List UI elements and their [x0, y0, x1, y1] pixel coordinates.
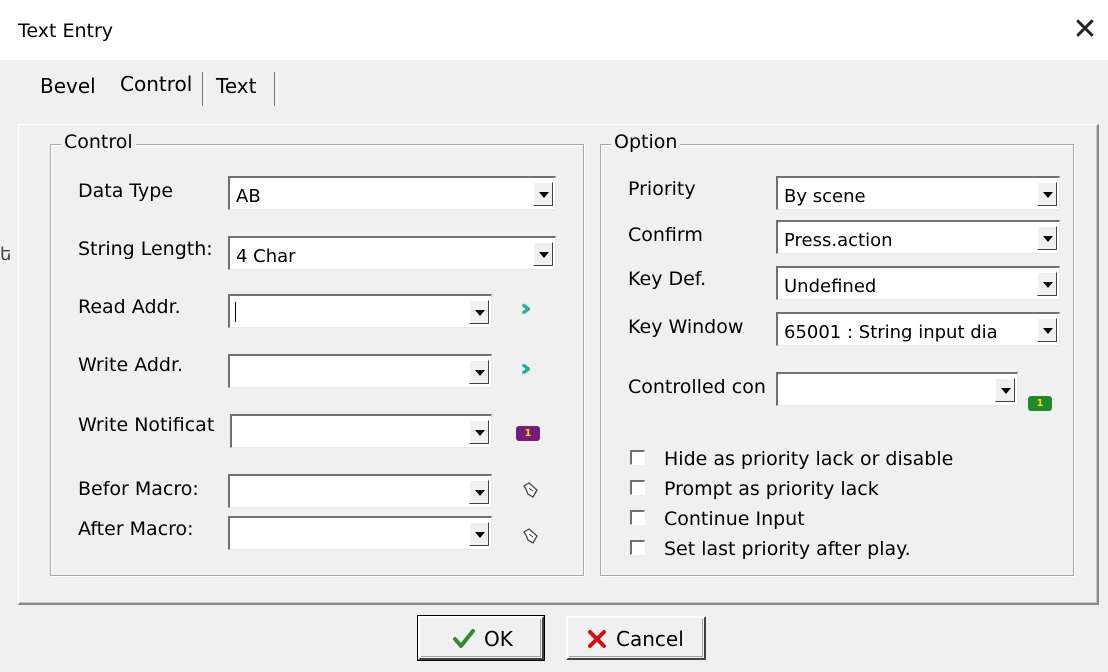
- set-last-priority-label[interactable]: Set last priority after play.: [664, 538, 911, 560]
- chevron-down-icon[interactable]: [1037, 272, 1057, 296]
- write-notification-label: Write Notificat: [78, 414, 215, 436]
- confirm-select[interactable]: Press.action: [776, 220, 1060, 254]
- string-length-label: String Length:: [78, 238, 213, 260]
- window-title: Text Entry: [18, 20, 114, 42]
- controlled-con-label: Controlled con: [628, 376, 766, 398]
- string-length-value: 4 Char: [236, 246, 296, 267]
- text-caret: [235, 302, 236, 322]
- tab-text[interactable]: Text: [216, 74, 256, 98]
- key-def-value: Undefined: [784, 276, 877, 297]
- chevron-down-icon[interactable]: [469, 480, 489, 504]
- chevron-down-icon[interactable]: [469, 420, 489, 444]
- ok-button[interactable]: OK: [417, 615, 545, 661]
- hide-priority-checkbox[interactable]: [630, 450, 645, 465]
- chevron-down-icon[interactable]: [469, 522, 489, 546]
- notification-badge-icon[interactable]: 1: [516, 426, 540, 441]
- cancel-x-icon: [588, 630, 606, 648]
- chevron-down-icon[interactable]: [995, 378, 1015, 402]
- priority-value: By scene: [784, 186, 866, 207]
- data-type-value: AB: [236, 186, 261, 207]
- key-window-select[interactable]: 65001 : String input dia: [776, 312, 1060, 346]
- write-addr-field[interactable]: [228, 354, 492, 388]
- prompt-priority-label[interactable]: Prompt as priority lack: [664, 478, 879, 500]
- prompt-priority-checkbox[interactable]: [630, 480, 645, 495]
- set-last-priority-checkbox[interactable]: [630, 540, 645, 555]
- ok-label: OK: [484, 627, 513, 651]
- continue-input-label[interactable]: Continue Input: [664, 508, 805, 530]
- key-def-label: Key Def.: [628, 268, 707, 290]
- checkmark-icon: [453, 629, 475, 648]
- controlled-badge-icon[interactable]: 1: [1028, 396, 1052, 411]
- data-type-label: Data Type: [78, 180, 174, 202]
- chevron-down-icon[interactable]: [533, 242, 553, 266]
- chevron-down-icon[interactable]: [469, 360, 489, 384]
- confirm-label: Confirm: [628, 224, 703, 246]
- data-type-select[interactable]: AB: [228, 176, 556, 210]
- hide-priority-label[interactable]: Hide as priority lack or disable: [664, 448, 953, 470]
- continue-input-checkbox[interactable]: [630, 510, 645, 525]
- tab-control[interactable]: Control: [120, 72, 192, 96]
- cancel-label: Cancel: [616, 627, 684, 651]
- close-icon[interactable]: ✕: [1068, 12, 1102, 48]
- before-macro-label: Befor Macro:: [78, 478, 199, 500]
- confirm-value: Press.action: [784, 230, 893, 251]
- string-length-select[interactable]: 4 Char: [228, 236, 556, 270]
- title-bar: Text Entry ✕: [0, 0, 1108, 60]
- cancel-button[interactable]: Cancel: [566, 616, 706, 660]
- tab-separator: [202, 72, 206, 106]
- background-window-fragment: ե: [0, 244, 12, 265]
- after-macro-field[interactable]: [228, 516, 492, 550]
- key-window-label: Key Window: [628, 316, 744, 338]
- key-window-value: 65001 : String input dia: [784, 322, 998, 343]
- text-entry-dialog: Text Entry ✕ ե Bevel Control Text Contro…: [0, 0, 1108, 672]
- chevron-down-icon[interactable]: [1037, 318, 1057, 342]
- read-addr-label: Read Addr.: [78, 296, 181, 318]
- control-group-title: Control: [61, 131, 136, 153]
- double-chevron-right-icon[interactable]: ››: [520, 294, 531, 322]
- tab-separator: [274, 72, 278, 106]
- chevron-down-icon[interactable]: [469, 300, 489, 324]
- option-group-title: Option: [611, 131, 681, 153]
- tab-bevel[interactable]: Bevel: [40, 74, 96, 98]
- macro-hand-icon[interactable]: [520, 480, 542, 502]
- double-chevron-right-icon[interactable]: ››: [520, 354, 531, 382]
- priority-label: Priority: [628, 178, 696, 200]
- chevron-down-icon[interactable]: [533, 182, 553, 206]
- key-def-select[interactable]: Undefined: [776, 266, 1060, 300]
- write-addr-label: Write Addr.: [78, 354, 184, 376]
- after-macro-label: After Macro:: [78, 518, 194, 540]
- macro-hand-icon[interactable]: [520, 526, 542, 548]
- before-macro-field[interactable]: [228, 474, 492, 508]
- chevron-down-icon[interactable]: [1037, 182, 1057, 206]
- write-notification-field[interactable]: [230, 414, 492, 448]
- chevron-down-icon[interactable]: [1037, 226, 1057, 250]
- read-addr-field[interactable]: [228, 294, 492, 328]
- controlled-con-field[interactable]: [776, 372, 1018, 406]
- priority-select[interactable]: By scene: [776, 176, 1060, 210]
